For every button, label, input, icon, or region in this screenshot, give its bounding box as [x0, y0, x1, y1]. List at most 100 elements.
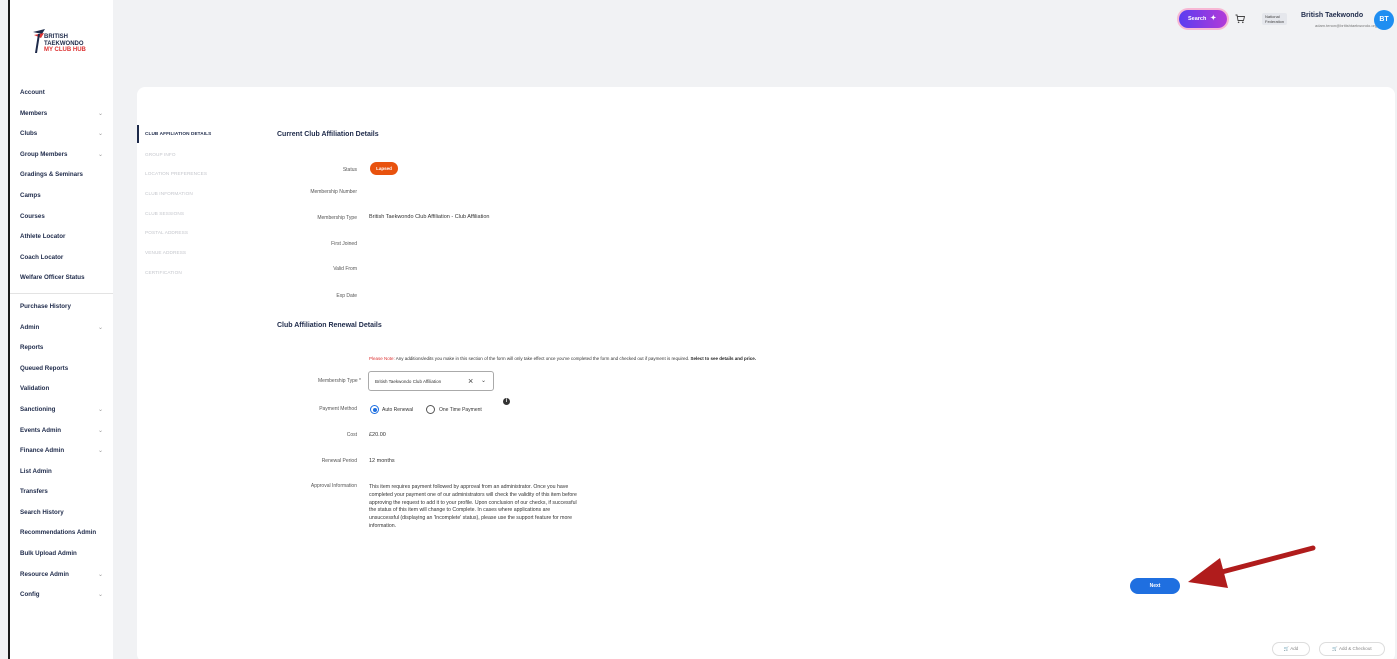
- sidebar-item-label: Sanctioning: [20, 405, 56, 413]
- sidebar-item-label: Members: [20, 109, 48, 117]
- sidebar-item-label: Search History: [20, 508, 64, 516]
- chevron-down-icon[interactable]: ⌄: [481, 377, 486, 384]
- federation-name[interactable]: British Taekwondo: [1301, 12, 1363, 19]
- chevron-down-icon: ⌄: [97, 571, 103, 578]
- approval-info-text: This item requires payment followed by a…: [369, 484, 577, 529]
- sidebar-nav: Account Members ⌄ Clubs ⌄ Group Members ⌄ G…: [10, 83, 113, 606]
- avatar[interactable]: BT: [1374, 10, 1394, 30]
- sidebar-item-label: Coach Locator: [20, 253, 64, 261]
- cart-icon[interactable]: [1235, 14, 1245, 24]
- add-checkout-button-label: Add & Checkout: [1339, 646, 1372, 651]
- sidebar-item-reports[interactable]: Reports: [10, 338, 113, 359]
- sidebar-item-queued-reports[interactable]: Queued Reports: [10, 359, 113, 380]
- sparkle-icon: ✦: [1210, 15, 1217, 22]
- chevron-down-icon: ⌄: [97, 110, 103, 117]
- status-badge: Lapsed: [370, 162, 398, 175]
- sidebar-item-events-admin[interactable]: Events Admin ⌄: [10, 421, 113, 442]
- renewal-period-label: Renewal Period: [321, 458, 357, 464]
- sidebar-item-admin[interactable]: Admin ⌄: [10, 318, 113, 339]
- chevron-down-icon: ⌄: [97, 448, 103, 455]
- note-prefix: Please Note:: [369, 356, 395, 361]
- sidebar-item-bulk-upload-admin[interactable]: Bulk Upload Admin: [10, 544, 113, 565]
- sidebar-item-recommendations-admin[interactable]: Recommendations Admin: [10, 523, 113, 544]
- sidebar-item-label: Account: [20, 89, 45, 96]
- british-taekwondo-logo[interactable]: BRITISH TAEKWONDO MY CLUB HUB: [32, 28, 104, 60]
- sidebar-item-finance-admin[interactable]: Finance Admin ⌄: [10, 441, 113, 462]
- sidebar-item-label: Admin: [20, 323, 40, 331]
- user-email: adam.tenon@britishtaekwondo.org: [1315, 23, 1378, 28]
- renewal-note: Please Note: Any additions/edits you mak…: [369, 356, 756, 361]
- sidebar-item-label: Events Admin: [20, 426, 62, 434]
- sidebar-item-label: Transfers: [20, 488, 48, 496]
- renewal-membership-type-label: Membership Type *: [318, 378, 361, 384]
- valid-from-label: Valid From: [333, 266, 357, 272]
- chevron-down-icon: ⌄: [97, 406, 103, 413]
- sidebar-item-config[interactable]: Config ⌄: [10, 585, 113, 606]
- membership-type-selected: British Taekwondo Club Affiliation: [375, 379, 442, 384]
- one-time-payment-radio[interactable]: [426, 405, 435, 414]
- sidebar-item-list-admin[interactable]: List Admin: [10, 462, 113, 483]
- renewal-period-value: 12 months: [369, 458, 395, 464]
- sidebar-item-label: Validation: [20, 385, 50, 393]
- note-bold: Select to see details and price.: [690, 356, 756, 361]
- sidebar-item-label: Purchase History: [20, 302, 71, 310]
- sidebar-item-purchase-history[interactable]: Purchase History: [10, 297, 113, 318]
- chevron-down-icon: ⌄: [97, 427, 103, 434]
- info-icon[interactable]: i: [503, 398, 510, 405]
- sidebar-item-welfare-officer-status[interactable]: Welfare Officer Status: [10, 268, 113, 289]
- sidebar-item-label: Clubs: [20, 130, 38, 138]
- sidebar-item-athlete-locator[interactable]: Athlete Locator: [10, 227, 113, 248]
- sidebar-item-label: Group Members: [20, 150, 68, 158]
- cart-icon: 🛒: [1332, 646, 1339, 651]
- membership-number-label: Membership Number: [310, 189, 357, 195]
- step-group-info[interactable]: GROUP INFO: [137, 145, 247, 165]
- sidebar-item-courses[interactable]: Courses: [10, 207, 113, 228]
- red-arrow-annotation: [1188, 545, 1316, 588]
- clear-icon[interactable]: ×: [468, 376, 473, 386]
- sidebar-item-transfers[interactable]: Transfers: [10, 482, 113, 503]
- cost-label: Cost: [346, 432, 357, 438]
- add-checkout-button[interactable]: 🛒 Add & Checkout: [1319, 642, 1385, 656]
- one-time-payment-label[interactable]: One Time Payment: [439, 407, 482, 413]
- sidebar-item-clubs[interactable]: Clubs ⌄: [10, 124, 113, 145]
- add-button-label: Add: [1290, 646, 1299, 651]
- federation-badge: National Federation: [1262, 13, 1288, 25]
- sidebar-item-sanctioning[interactable]: Sanctioning ⌄: [10, 400, 113, 421]
- sidebar-item-label: Resource Admin: [20, 570, 69, 578]
- chevron-down-icon: ⌄: [97, 592, 103, 599]
- approval-info-label: Approval Information: [310, 483, 357, 489]
- membership-type-select[interactable]: British Taekwondo Club Affiliation × ⌄: [368, 371, 494, 391]
- next-button[interactable]: Next: [1130, 578, 1180, 594]
- chevron-down-icon: ⌄: [97, 151, 103, 158]
- sidebar-item-group-members[interactable]: Group Members ⌄: [10, 145, 113, 166]
- sidebar: BRITISH TAEKWONDO MY CLUB HUB Account Me…: [10, 0, 113, 659]
- sidebar-item-members[interactable]: Members ⌄: [10, 104, 113, 125]
- sidebar-item-resource-admin[interactable]: Resource Admin ⌄: [10, 565, 113, 586]
- auto-renewal-label[interactable]: Auto Renewal: [382, 407, 413, 413]
- sidebar-item-label: Courses: [20, 212, 45, 220]
- step-club-affiliation-details[interactable]: CLUB AFFILIATION DETAILS: [137, 125, 247, 143]
- sidebar-item-camps[interactable]: Camps: [10, 186, 113, 207]
- cost-value: £20.00: [369, 432, 386, 438]
- exp-date-label: Exp Date: [336, 293, 357, 299]
- sidebar-item-label: Welfare Officer Status: [20, 274, 85, 282]
- chevron-down-icon: ⌄: [97, 324, 103, 331]
- sidebar-item-label: Camps: [20, 191, 41, 199]
- sidebar-item-coach-locator[interactable]: Coach Locator: [10, 248, 113, 269]
- first-joined-label: First Joined: [331, 241, 357, 247]
- cart-icon: 🛒: [1283, 646, 1290, 651]
- sidebar-item-label: Recommendations Admin: [20, 529, 97, 537]
- auto-renewal-radio[interactable]: [370, 405, 379, 414]
- sidebar-item-account[interactable]: Account: [10, 83, 113, 104]
- sidebar-item-label: Bulk Upload Admin: [20, 550, 77, 558]
- sidebar-divider: [10, 292, 113, 294]
- sidebar-item-label: Reports: [20, 344, 44, 352]
- membership-type-label: Membership Type: [317, 215, 357, 221]
- add-button[interactable]: 🛒 Add: [1272, 642, 1310, 656]
- search-button[interactable]: Search ✦: [1179, 10, 1227, 28]
- form-steps: CLUB AFFILIATION DETAILS GROUP INFO LOCA…: [137, 125, 247, 283]
- sidebar-item-validation[interactable]: Validation: [10, 379, 113, 400]
- sidebar-item-gradings-seminars[interactable]: Gradings & Seminars: [10, 165, 113, 186]
- status-label: Status: [342, 167, 357, 173]
- sidebar-item-search-history[interactable]: Search History: [10, 503, 113, 524]
